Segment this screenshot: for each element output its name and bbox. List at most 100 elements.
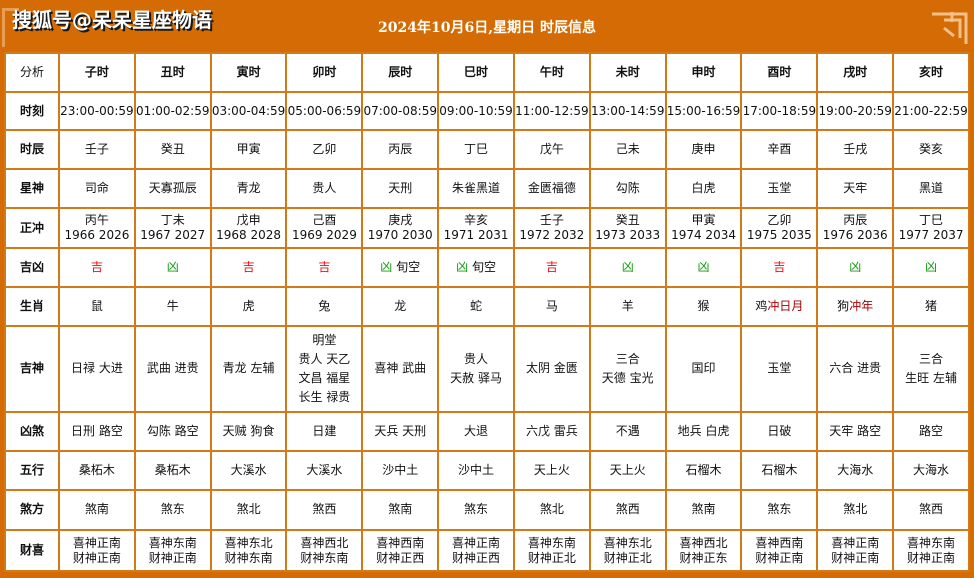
cell-shafang: 煞北 (816, 488, 895, 532)
cell-jixiong: 吉 (58, 247, 136, 289)
jishen-line: 三合 (919, 351, 944, 366)
chong-ganzhi: 壬子 (539, 213, 564, 228)
cell-shafang: 煞西 (892, 488, 970, 532)
cell-xiongsha: 勾陈 路空 (133, 411, 212, 452)
corner-label: 分析 (4, 52, 60, 93)
cell-xiongsha: 天兵 天刑 (361, 411, 440, 452)
row-time: 时刻 23:00-00:59 01:00-02:59 03:00-04:59 05:00… (4, 90, 970, 132)
cell-caixi: 喜神东北 财神东南 (209, 529, 288, 572)
cell-zhengchong: 甲寅 1974 2034 (664, 206, 743, 250)
page-title: 2024年10月6日,星期日 时辰信息 (378, 20, 596, 36)
chong-ganzhi: 丁未 (160, 213, 185, 228)
cell-wuxing: 大溪水 (209, 449, 288, 491)
row-label: 吉神 (4, 324, 60, 414)
row-label: 五行 (4, 449, 60, 491)
column-header: 未时 (588, 52, 667, 93)
cell-xiongsha: 六戊 雷兵 (512, 411, 591, 452)
cell-shichen: 丙辰 (361, 129, 440, 171)
chong-years: 1972 2032 (519, 228, 585, 243)
cell-time: 19:00-20:59 (816, 90, 895, 132)
verdict-xiong: 凶 (697, 260, 710, 275)
cell-shafang: 煞东 (133, 488, 212, 532)
zodiac-animal: 鸡 (755, 298, 768, 313)
zodiac-conflict: 冲日月 (767, 298, 804, 313)
caishen-direction: 财神东南 (300, 550, 349, 565)
cell-wuxing: 石榴木 (740, 449, 819, 491)
cell-shengxiao: 猴 (664, 286, 743, 327)
jishen-line: 长生 禄贵 (298, 389, 351, 404)
cell-time: 03:00-04:59 (209, 90, 288, 132)
chong-ganzhi: 己酉 (312, 213, 337, 228)
verdict-ji: 吉 (773, 260, 786, 275)
verdict-xiong: 凶 (621, 260, 634, 275)
jishen-line: 武曲 进贵 (146, 361, 199, 376)
cell-shichen: 壬戌 (816, 129, 895, 171)
header-bar: 搜狐号@呆呆星座物语 2024年10月6日,星期日 时辰信息 (0, 0, 974, 52)
cell-shichen: 壬子 (58, 129, 136, 171)
row-label: 时辰 (4, 129, 60, 171)
chong-ganzhi: 庚戌 (388, 213, 413, 228)
chong-years: 1967 2027 (140, 228, 206, 243)
cell-shengxiao: 龙 (361, 286, 440, 327)
chong-years: 1975 2035 (746, 228, 812, 243)
cell-wuxing: 天上火 (512, 449, 591, 491)
cell-zhengchong: 庚戌 1970 2030 (361, 206, 440, 250)
chong-years: 1974 2034 (671, 228, 736, 243)
chong-years: 1970 2030 (367, 228, 433, 243)
caishen-direction: 财神正北 (527, 550, 576, 565)
cell-shafang: 煞西 (285, 488, 364, 532)
column-header: 申时 (664, 52, 743, 93)
jishen-line: 贵人 (464, 351, 489, 366)
xishen-direction: 喜神西南 (376, 535, 425, 550)
jishen-line: 日禄 大进 (71, 361, 123, 376)
cell-caixi: 喜神东南 财神正南 (133, 529, 212, 572)
cell-time: 13:00-14:59 (588, 90, 667, 132)
cell-shichen: 乙卯 (285, 129, 364, 171)
cell-xingshen: 天刑 (361, 168, 440, 209)
column-header: 卯时 (285, 52, 364, 93)
cell-jixiong: 凶 旬空 (437, 247, 515, 289)
cell-jixiong: 凶 旬空 (361, 247, 440, 289)
zodiac-conflict: 冲年 (849, 298, 874, 313)
cell-shichen: 辛酉 (740, 129, 819, 171)
cell-jixiong: 吉 (740, 247, 819, 289)
cell-xingshen: 朱雀黑道 (437, 168, 515, 209)
verdict-xiong: 凶 (166, 260, 179, 275)
cell-shengxiao: 牛 (133, 286, 212, 327)
cell-xingshen: 青龙 (209, 168, 288, 209)
cell-jishen: 明堂 贵人 天乙 文昌 福星 长生 禄贵 (285, 324, 364, 414)
cell-shengxiao: 虎 (209, 286, 288, 327)
cell-wuxing: 桑柘木 (58, 449, 136, 491)
cell-shafang: 煞南 (361, 488, 440, 532)
cell-xingshen: 贵人 (285, 168, 364, 209)
cell-shichen: 庚申 (664, 129, 743, 171)
cell-jixiong: 吉 (209, 247, 288, 289)
row-shafang: 煞方 煞南 煞东 煞北 煞西 煞南 煞东 煞北 煞西 煞南 煞东 煞北 煞西 (4, 488, 970, 532)
cell-jixiong: 凶 (664, 247, 743, 289)
jishen-line: 六合 进贵 (829, 361, 882, 376)
jishen-line: 明堂 (312, 332, 337, 347)
cell-caixi: 喜神正南 财神正南 (58, 529, 136, 572)
cell-shafang: 煞北 (512, 488, 591, 532)
verdict-ji: 吉 (242, 260, 255, 275)
cell-jishen: 贵人 天赦 驿马 (437, 324, 515, 414)
cell-jixiong: 吉 (512, 247, 591, 289)
cell-caixi: 喜神西南 财神正南 (740, 529, 819, 572)
cell-xingshen: 天寡孤辰 (133, 168, 212, 209)
zodiac-animal: 鼠 (90, 298, 103, 313)
verdict-note: 旬空 (396, 260, 421, 275)
row-xingshen: 星神 司命 天寡孤辰 青龙 贵人 天刑 朱雀黑道 金匮福德 勾陈 白虎 玉堂 天牢 黑道 (4, 168, 970, 209)
cell-zhengchong: 乙卯 1975 2035 (740, 206, 819, 250)
cell-caixi: 喜神西北 财神东南 (285, 529, 364, 572)
jishen-line: 青龙 左辅 (222, 361, 275, 376)
column-header: 辰时 (361, 52, 440, 93)
chong-ganzhi: 甲寅 (691, 213, 716, 228)
cell-xingshen: 白虎 (664, 168, 743, 209)
column-header: 寅时 (209, 52, 288, 93)
row-label: 吉凶 (4, 247, 60, 289)
caishen-direction: 财神正南 (907, 550, 956, 565)
xishen-direction: 喜神西南 (755, 535, 804, 550)
xishen-direction: 喜神东南 (907, 535, 956, 550)
verdict-xiong: 凶 (380, 260, 393, 275)
zodiac-animal: 马 (545, 298, 558, 313)
